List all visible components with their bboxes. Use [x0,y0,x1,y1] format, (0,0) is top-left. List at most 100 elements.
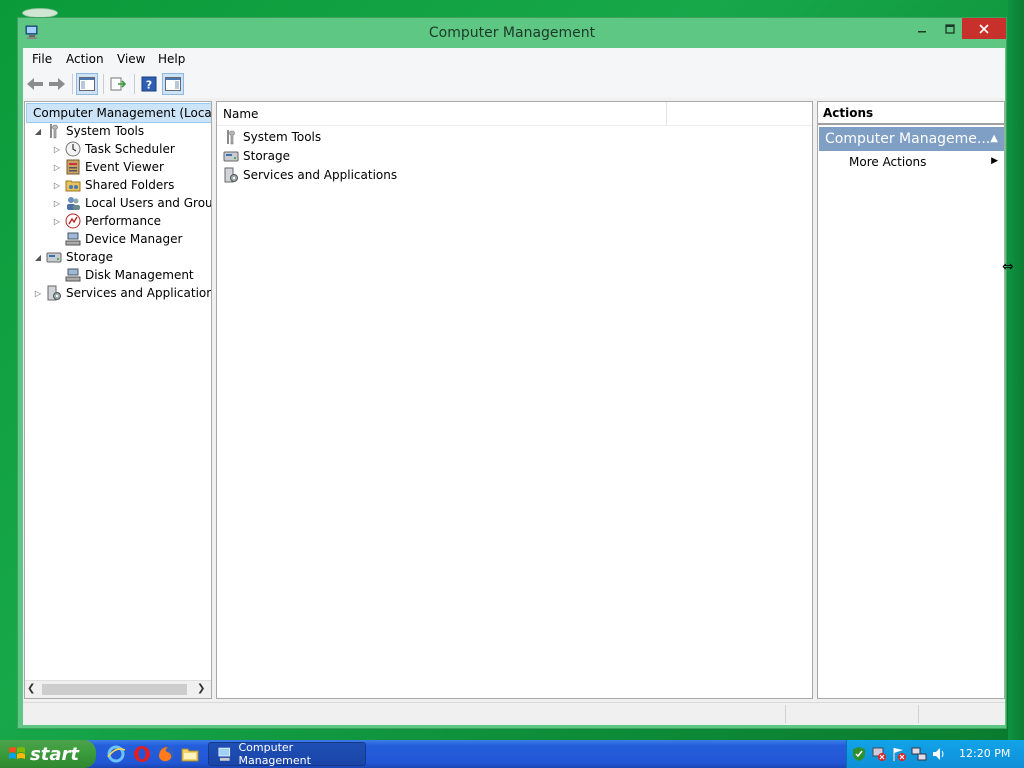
more-actions-item[interactable]: More Actions ▶ [819,152,1004,172]
expanded-arrow-icon[interactable]: ◢ [33,253,43,262]
tree-node-label: Computer Management (Local [33,106,212,120]
tree-node-device-manager[interactable]: Device Manager [52,230,182,248]
close-button[interactable] [962,18,1006,39]
flag-alert-icon[interactable] [891,746,907,762]
collapsed-arrow-icon[interactable]: ▷ [52,163,62,172]
collapse-up-icon[interactable]: ▲ [990,133,998,144]
list-header: Name [217,102,812,126]
tree-node-system-tools[interactable]: ◢ System Tools [33,122,144,140]
system-tools-icon [50,124,58,139]
tree-node-label: Device Manager [85,232,183,246]
firefox-icon[interactable] [156,744,176,764]
collapsed-arrow-icon[interactable]: ▷ [52,199,62,208]
opera-icon[interactable] [132,744,152,764]
tree-node-label: Storage [66,250,113,264]
collapsed-arrow-icon[interactable]: ▷ [52,217,62,226]
tree-node-disk-management[interactable]: Disk Management [52,266,194,284]
resize-cursor-icon: ⇔ [1002,259,1014,275]
clock[interactable]: 12:20 PM [959,747,1010,760]
expanded-arrow-icon[interactable]: ◢ [33,127,43,136]
list-item-storage[interactable]: Storage [223,147,290,165]
show-hide-console-tree-button[interactable] [76,73,98,95]
actions-header: Actions [818,102,1004,125]
tree-node-label: Event Viewer [85,160,164,174]
show-hide-action-pane-button[interactable] [162,73,184,95]
tree-node-storage[interactable]: ◢ Storage [33,248,113,266]
tree-node-task-scheduler[interactable]: ▷ Task Scheduler [52,140,175,158]
collapsed-arrow-icon[interactable]: ▷ [52,145,62,154]
forward-button[interactable] [46,73,68,95]
security-shield-icon[interactable] [851,746,867,762]
device-manager-icon [65,232,81,246]
menu-view[interactable]: View [117,52,145,66]
scroll-right-arrow-icon[interactable]: ❯ [197,683,209,695]
more-actions-label: More Actions [849,155,927,169]
actions-section-computer-management[interactable]: Computer Manageme... ▲ [819,127,1004,151]
actions-section-label: Computer Manageme... [825,131,991,147]
computer-management-window: Computer Management File Action View Hel… [17,17,1007,729]
column-header-name[interactable]: Name [217,102,667,125]
start-label: start [30,743,79,765]
toolbar-separator [134,74,135,94]
tree-node-event-viewer[interactable]: ▷ Event Viewer [52,158,164,176]
list-item-services-and-applications[interactable]: Services and Applications [223,166,397,184]
tree-node-label: Performance [85,214,162,228]
tree-node-label: Shared Folders [85,178,175,192]
volume-icon[interactable] [931,746,947,762]
help-icon: ? [141,76,157,92]
tree-horizontal-scrollbar[interactable]: ❮ ❯ [25,680,211,698]
console-tree-icon [79,77,95,91]
actions-pane: Actions Computer Manageme... ▲ More Acti… [817,101,1005,699]
collapsed-arrow-icon[interactable]: ▷ [33,289,43,298]
svg-text:?: ? [146,79,152,92]
menu-action[interactable]: Action [66,52,104,66]
performance-icon [65,213,81,229]
event-viewer-icon [66,159,80,175]
taskbar-button-label: Computer Management [238,741,311,767]
tree-node-label: System Tools [66,124,145,138]
scroll-left-arrow-icon[interactable]: ❮ [27,683,39,695]
export-list-icon [110,77,126,91]
minimize-icon [917,30,926,32]
window-title: Computer Management [428,25,596,41]
computer-management-icon [218,747,231,761]
tree-node-services-and-applications[interactable]: ▷ Services and Applications [33,284,211,302]
back-button[interactable] [24,73,46,95]
network-error-icon[interactable] [871,746,887,762]
tree-node-computer-management-local[interactable]: Computer Management (Local [26,103,212,123]
menu-help[interactable]: Help [158,52,185,66]
internet-explorer-icon[interactable] [106,744,126,764]
list-item-system-tools[interactable]: System Tools [223,128,321,146]
maximize-button[interactable] [936,18,963,39]
close-icon [979,23,989,34]
folder-icon[interactable] [180,744,200,764]
network-computers-icon[interactable] [911,746,927,762]
collapsed-arrow-icon[interactable]: ▷ [52,181,62,190]
console-tree: Computer Management (Local ◢ System Tool… [24,101,212,699]
status-separator [785,705,786,723]
submenu-arrow-icon: ▶ [991,156,998,166]
tree-node-performance[interactable]: ▷ Performance [52,212,161,230]
taskbar-button-computer-management[interactable]: Computer Management [208,741,366,767]
export-list-button[interactable] [107,73,129,95]
title-bar[interactable]: Computer Management [18,18,1006,48]
minimize-button[interactable] [908,18,935,39]
tree-node-shared-folders[interactable]: ▷ Shared Folders [52,176,174,194]
results-list: Name System Tools Storage Services and A… [216,101,813,699]
maximize-icon [944,23,955,34]
help-button[interactable]: ? [138,73,160,95]
back-arrow-icon [27,78,43,90]
shared-folder-icon [65,180,81,192]
tree-node-label: Task Scheduler [85,142,175,156]
action-pane-icon [165,77,181,91]
menu-file[interactable]: File [32,52,52,66]
toolbar: ? [23,70,1005,99]
system-tools-icon [227,130,235,145]
tree-node-local-users-and-groups[interactable]: ▷ Local Users and Groups [52,194,212,212]
storage-icon [223,151,239,162]
disk-management-icon [65,268,81,282]
scroll-thumb[interactable] [42,684,187,695]
menu-bar: File Action View Help [23,48,1005,71]
tree-node-label: Local Users and Groups [85,196,212,210]
start-button[interactable]: start [0,740,96,768]
